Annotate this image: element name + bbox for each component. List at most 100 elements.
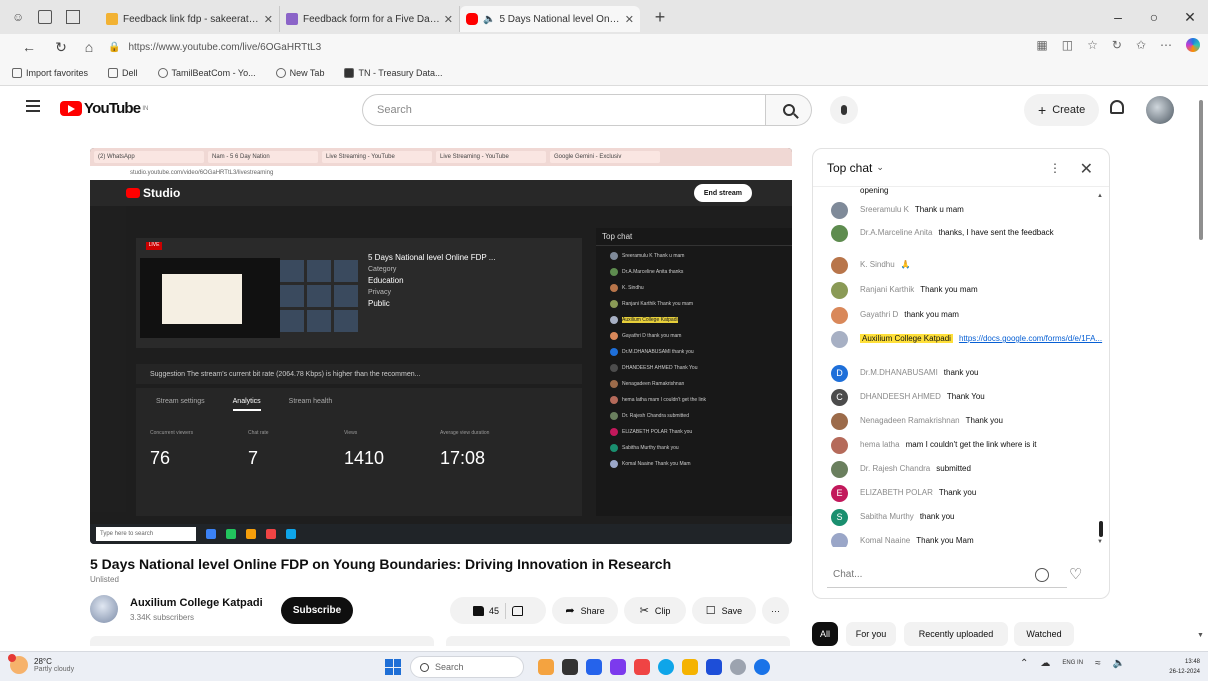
chat-author[interactable]: DHANDEESH AHMED (860, 392, 941, 401)
chat-avatar[interactable] (831, 282, 848, 299)
chip-all[interactable]: All (812, 622, 838, 646)
onenote-app-icon[interactable] (610, 659, 626, 675)
widgets-app-icon[interactable] (538, 659, 554, 675)
search-button[interactable] (766, 94, 812, 126)
description-box[interactable] (90, 636, 434, 646)
browser-tab-youtube[interactable]: 🔈 5 Days National level Online ✕ (460, 6, 640, 32)
video-player[interactable]: (2) WhatsApp Nam - 5 6 Day Nation Live S… (90, 148, 792, 544)
taskbar-search[interactable]: Search (410, 656, 524, 678)
close-tab-icon[interactable]: ✕ (625, 13, 634, 26)
browser-tab-feedback-link[interactable]: Feedback link fdp - sakeerathi.r ✕ (100, 6, 280, 32)
store-app-icon[interactable] (706, 659, 722, 675)
browser-app-icon[interactable] (754, 659, 770, 675)
chat-author[interactable]: ELIZABETH POLAR (860, 488, 933, 497)
chat-author[interactable]: Nenagadeen Ramakrishnan (860, 416, 960, 425)
read-aloud-icon[interactable]: ▦ (1036, 38, 1047, 52)
teams-app-icon[interactable] (586, 659, 602, 675)
chevron-down-icon[interactable]: ⌄ (876, 162, 884, 173)
chat-avatar[interactable] (831, 533, 848, 547)
voice-search-button[interactable] (830, 96, 858, 124)
browser-tab-feedback-form[interactable]: Feedback form for a Five Day Nat ✕ (280, 6, 460, 32)
tray-overflow-icon[interactable]: ⌃ (1020, 658, 1028, 669)
maximize-icon[interactable]: ○ (1136, 9, 1172, 25)
chat-menu-icon[interactable]: ⋮ (1049, 161, 1061, 175)
favorite-tamilbeat[interactable]: TamilBeatCom - Yo... (157, 67, 256, 78)
chat-avatar[interactable] (831, 461, 848, 478)
comments-box[interactable] (446, 636, 790, 646)
chat-avatar[interactable]: D (831, 365, 848, 382)
chat-avatar[interactable]: E (831, 485, 848, 502)
settings-app-icon[interactable] (730, 659, 746, 675)
share-button[interactable]: ➦ Share (552, 597, 618, 624)
channel-avatar[interactable] (90, 595, 118, 623)
chat-author[interactable]: Sreeramulu K (860, 205, 909, 214)
task-view-icon[interactable] (562, 659, 578, 675)
chat-avatar[interactable] (831, 307, 848, 324)
chat-author[interactable]: Dr.A.Marceline Anita (860, 228, 932, 237)
chat-author[interactable]: K. Sindhu (860, 260, 895, 269)
more-menu-icon[interactable]: ⋯ (1160, 38, 1172, 52)
back-icon[interactable]: ← (18, 39, 40, 55)
url-input[interactable]: 🔒 https://www.youtube.com/live/6OGaHRTtL… (108, 36, 1008, 58)
favorite-treasury[interactable]: TN - Treasury Data... (344, 67, 442, 78)
volume-icon[interactable]: 🔈 (1113, 658, 1125, 669)
start-button[interactable] (385, 659, 401, 675)
chat-author[interactable]: Sabitha Murthy (860, 512, 914, 521)
youtube-logo[interactable]: YouTube IN (60, 100, 148, 117)
chat-author[interactable]: Dr.M.DHANABUSAMI (860, 368, 938, 377)
chat-avatar[interactable] (831, 331, 848, 348)
clip-button[interactable]: ✂ Clip (624, 597, 686, 624)
reload-icon[interactable]: ↻ (50, 39, 72, 56)
search-input[interactable]: Search (362, 94, 766, 126)
account-avatar[interactable] (1146, 96, 1174, 124)
chat-avatar[interactable] (831, 437, 848, 454)
chat-avatar[interactable]: C (831, 389, 848, 406)
create-button[interactable]: + Create (1024, 94, 1100, 126)
profile-icon[interactable]: ☺ (12, 10, 24, 24)
notifications-bell-icon[interactable] (1110, 100, 1124, 114)
weather-widget[interactable]: 28°C Partly cloudy (8, 654, 74, 674)
refresh-extension-icon[interactable]: ↻ (1112, 38, 1122, 52)
like-button[interactable]: 45 (472, 605, 499, 616)
tab-actions-icon[interactable] (66, 10, 81, 24)
save-button[interactable]: ☐ Save (692, 597, 756, 624)
more-actions-button[interactable]: ··· (762, 597, 789, 624)
minimize-icon[interactable]: – (1100, 9, 1136, 25)
close-chat-icon[interactable]: ✕ (1080, 159, 1093, 179)
chip-for-you[interactable]: For you (846, 622, 896, 646)
chat-author[interactable]: hema latha (860, 440, 900, 449)
favorite-import[interactable]: Import favorites (12, 67, 88, 78)
speaker-icon[interactable]: 🔈 (483, 14, 495, 25)
copilot-icon[interactable] (1186, 38, 1200, 52)
scroll-up-icon[interactable]: ▲ (1097, 193, 1103, 199)
new-tab-button[interactable]: + (648, 7, 672, 28)
heart-icon[interactable]: ♡ (1069, 565, 1082, 583)
chat-scrollbar[interactable]: ▲ ▼ (1097, 193, 1103, 547)
workspaces-icon[interactable] (38, 10, 53, 24)
dislike-button[interactable] (512, 605, 523, 616)
page-scrollbar[interactable]: ▼ (1196, 86, 1206, 646)
chat-author[interactable]: Komal Naaine (860, 536, 910, 545)
chip-watched[interactable]: Watched (1014, 622, 1074, 646)
language-indicator[interactable]: ENG IN (1062, 660, 1083, 667)
file-explorer-icon[interactable] (682, 659, 698, 675)
taskbar-clock[interactable]: 13:48 26-12-2024 (1142, 657, 1200, 677)
chat-avatar[interactable]: S (831, 509, 848, 526)
chat-avatar[interactable] (831, 257, 848, 274)
chat-author-owner-badge[interactable]: Auxilium College Katpadi (860, 334, 953, 343)
home-icon[interactable]: ⌂ (78, 39, 100, 55)
scroll-down-icon[interactable]: ▼ (1197, 632, 1204, 639)
close-window-icon[interactable]: ✕ (1172, 9, 1208, 26)
chat-input[interactable]: Chat... (827, 562, 1067, 588)
chat-avatar[interactable] (831, 202, 848, 219)
edge-app-icon[interactable] (658, 659, 674, 675)
wifi-icon[interactable]: ≈ (1095, 658, 1101, 669)
favorite-new-tab[interactable]: New Tab (275, 67, 324, 78)
cloud-icon[interactable]: ☁ (1040, 658, 1050, 669)
chat-link[interactable]: https://docs.google.com/forms/d/e/1FA... (959, 334, 1102, 343)
chrome-app-icon[interactable] (634, 659, 650, 675)
hamburger-menu-icon[interactable] (26, 100, 40, 115)
chat-scroll-thumb[interactable] (1099, 521, 1103, 537)
favorites-icon[interactable]: ✩ (1136, 38, 1146, 52)
chat-author[interactable]: Ranjani Karthik (860, 285, 914, 294)
